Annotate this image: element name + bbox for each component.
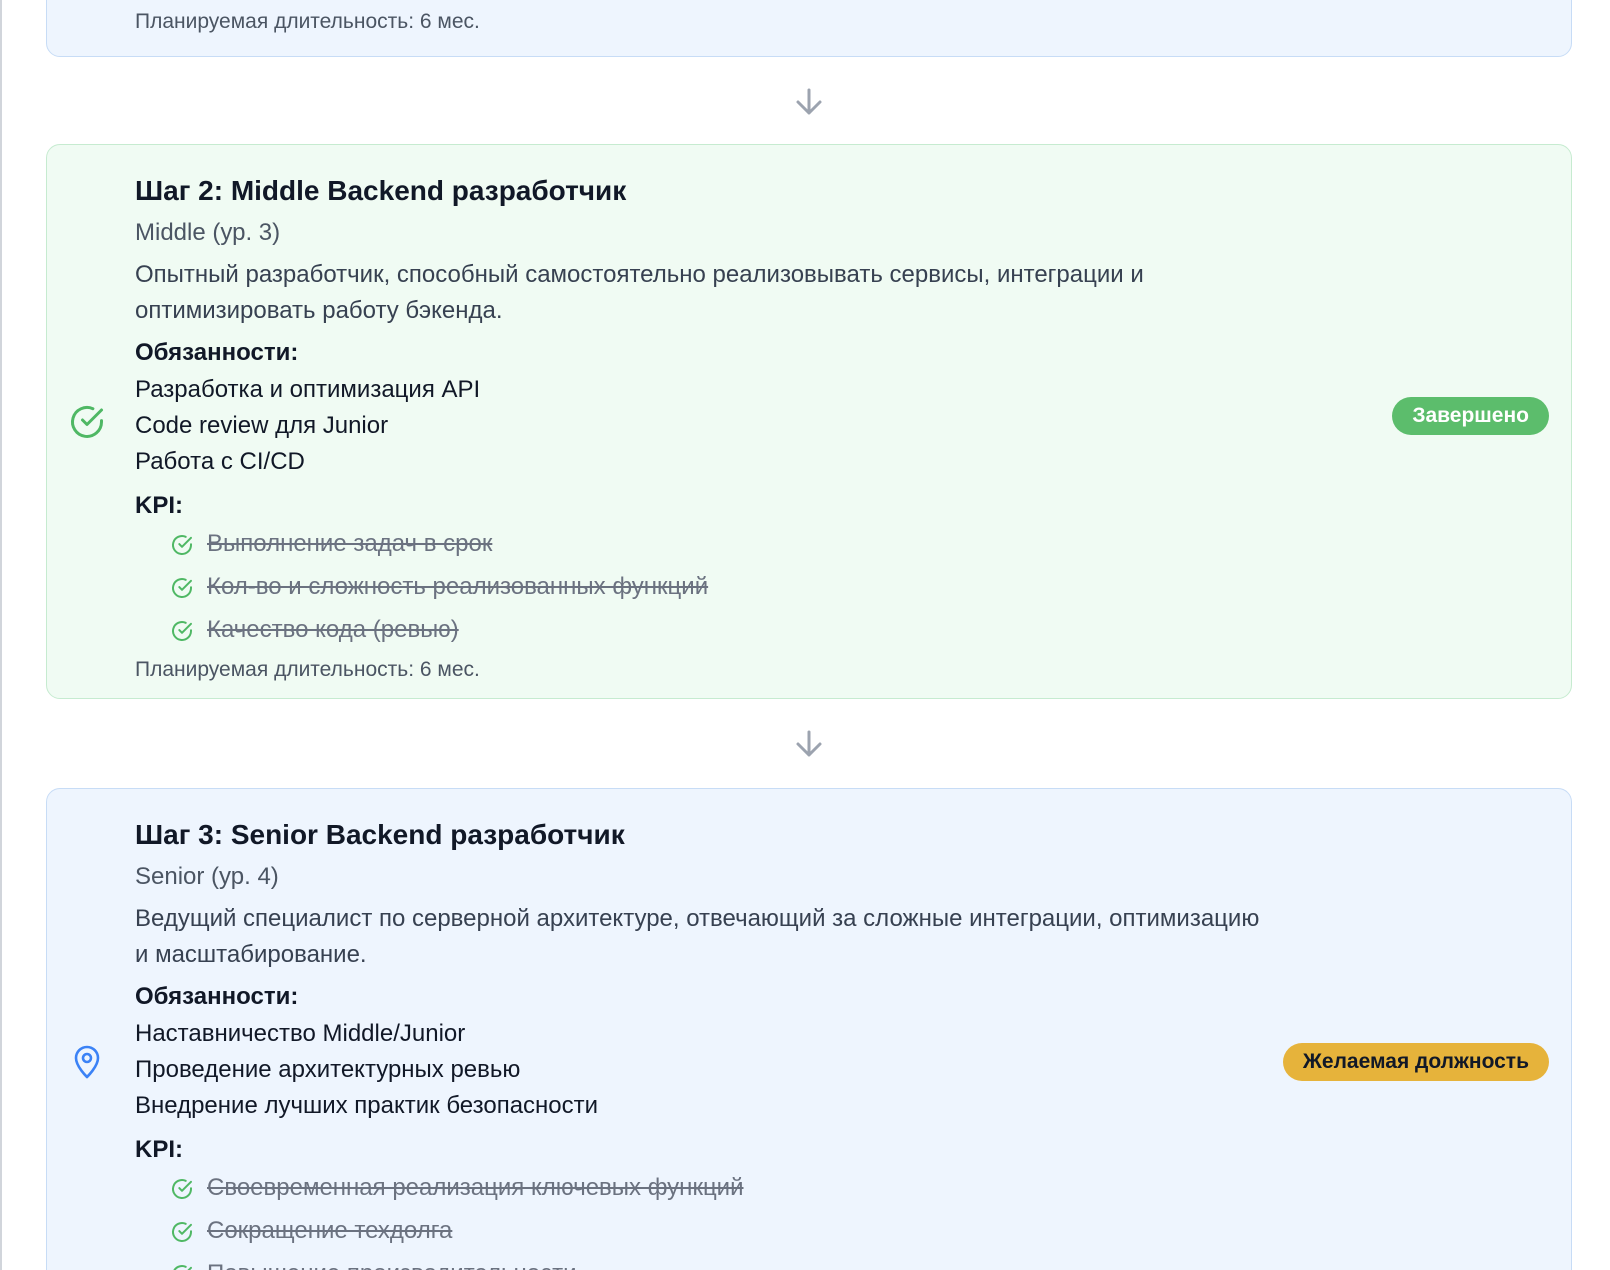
step-title: Шаг 3: Senior Backend разработчик [135, 819, 625, 850]
step-description: Ведущий специалист по серверной архитект… [135, 905, 1260, 968]
responsibilities-list: Разработка и оптимизация API Code review… [135, 372, 1285, 480]
check-circle-icon [172, 1222, 192, 1242]
check-circle-icon [172, 535, 192, 555]
step-card-3: Шаг 3: Senior Backend разработчик Senior… [46, 788, 1572, 1270]
responsibilities-list: Наставничество Middle/Junior Проведение … [135, 1016, 1285, 1124]
status-badge-completed: Завершено [1392, 397, 1549, 435]
step-level: Senior (ур. 4) [135, 863, 279, 890]
responsibility-item: Разработка и оптимизация API [135, 376, 481, 403]
step-duration: Планируемая длительность: 6 мес. [135, 10, 480, 33]
step-description: Опытный разработчик, способный самостоят… [135, 261, 1144, 324]
check-circle-icon [71, 405, 103, 438]
arrow-down-icon [796, 88, 822, 115]
responsibility-item: Работа с CI/CD [135, 448, 305, 475]
kpi-list: Своевременная реализация ключевых функци… [135, 1168, 1285, 1270]
responsibility-item: Code review для Junior [135, 412, 389, 439]
kpi-item: Повышение производительности [135, 1254, 1285, 1270]
step-content: Шаг 2: Middle Backend разработчик Middle… [135, 173, 1285, 685]
kpi-text: Повышение производительности [207, 1260, 576, 1270]
step-level: Middle (ур. 3) [135, 219, 281, 246]
step-title: Шаг 2: Middle Backend разработчик [135, 175, 627, 206]
kpi-label: KPI: [135, 1136, 183, 1163]
kpi-text: Кол-во и сложность реализованных функций [207, 573, 709, 600]
responsibility-item: Внедрение лучших практик безопасности [135, 1092, 599, 1119]
check-circle-icon [172, 1179, 192, 1199]
career-path-page: Планируемая длительность: 6 мес. Шаг 2: … [0, 0, 1610, 1270]
step-card-1: Планируемая длительность: 6 мес. [46, 0, 1572, 57]
kpi-text: Своевременная реализация ключевых функци… [207, 1174, 744, 1201]
responsibilities-label: Обязанности: [135, 339, 299, 366]
check-circle-icon [172, 621, 192, 641]
arrow-down-icon [796, 730, 822, 757]
status-badge-target: Желаемая должность [1282, 1043, 1549, 1081]
step-card-2: Шаг 2: Middle Backend разработчик Middle… [46, 144, 1572, 699]
location-pin-icon [74, 1045, 100, 1079]
kpi-item: Сокращение техдолга [135, 1211, 1285, 1254]
kpi-item: Своевременная реализация ключевых функци… [135, 1168, 1285, 1211]
step-content: Шаг 3: Senior Backend разработчик Senior… [135, 817, 1285, 1270]
kpi-list: Выполнение задач в срок Кол-во и сложнос… [135, 524, 1285, 653]
kpi-item: Выполнение задач в срок [135, 524, 1285, 567]
kpi-text: Сокращение техдолга [207, 1217, 453, 1244]
kpi-text: Выполнение задач в срок [207, 530, 493, 557]
responsibility-item: Наставничество Middle/Junior [135, 1020, 466, 1047]
responsibility-item: Проведение архитектурных ревью [135, 1056, 521, 1083]
kpi-text: Качество кода (ревью) [207, 616, 459, 643]
kpi-label: KPI: [135, 492, 183, 519]
check-circle-icon [172, 578, 192, 598]
step-duration: Планируемая длительность: 6 мес. [135, 658, 480, 681]
kpi-item: Кол-во и сложность реализованных функций [135, 567, 1285, 610]
kpi-item: Качество кода (ревью) [135, 610, 1285, 653]
responsibilities-label: Обязанности: [135, 983, 299, 1010]
check-circle-icon [173, 1265, 192, 1270]
